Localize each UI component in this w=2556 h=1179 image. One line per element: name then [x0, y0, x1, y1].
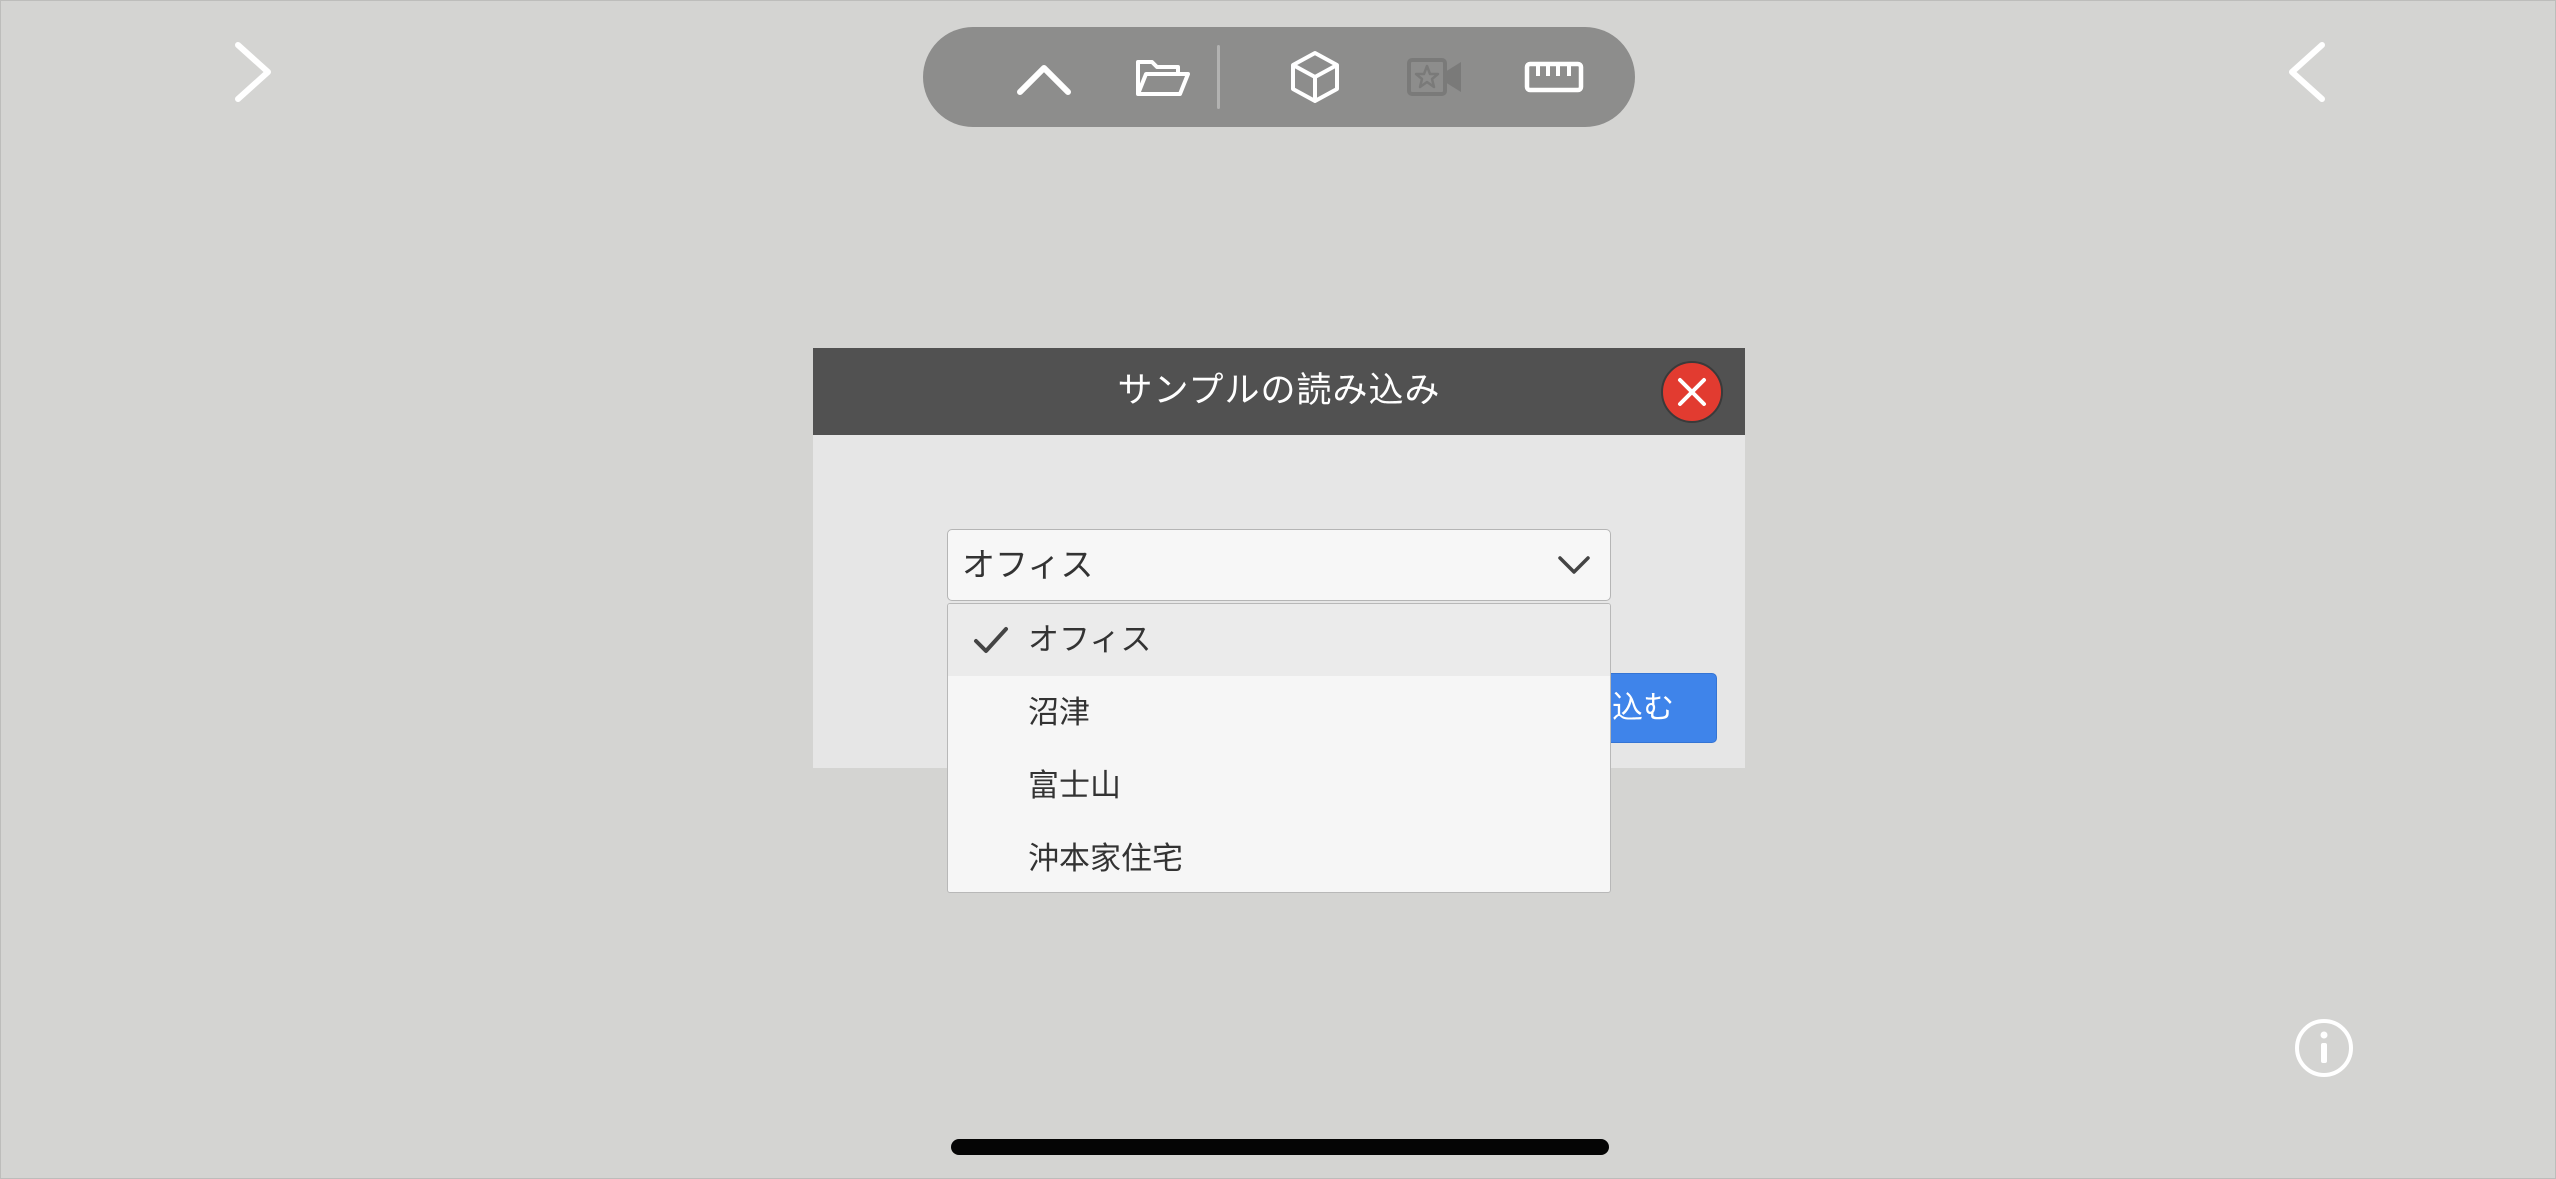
dropdown-option[interactable]: 沼津 — [948, 677, 1610, 749]
info-icon — [2295, 1019, 2353, 1077]
info-button[interactable] — [2293, 1017, 2355, 1079]
cube-icon — [1291, 51, 1339, 103]
camera-button[interactable] — [1400, 47, 1470, 107]
chevron-up-icon — [1017, 65, 1071, 95]
close-button[interactable] — [1661, 361, 1723, 423]
dropdown-option-label: オフィス — [1028, 622, 1152, 658]
dropdown-option[interactable]: 沖本家住宅 — [948, 823, 1610, 892]
3d-model-button[interactable] — [1280, 47, 1350, 107]
checkmark-icon — [974, 627, 1008, 653]
measure-button[interactable] — [1519, 47, 1589, 107]
dropdown-option-label: 沼津 — [1028, 695, 1090, 731]
chevron-down-icon — [1558, 556, 1590, 574]
top-toolbar — [923, 27, 1635, 127]
chevron-right-icon[interactable] — [223, 37, 283, 107]
select-value: オフィス — [962, 545, 1094, 584]
app-screen: サンプルの読み込み 込む オフィス オフィス 沼津 富士山 沖本家住宅 — [0, 0, 2556, 1179]
load-button-label: 込む — [1612, 690, 1674, 726]
toolbar-divider — [1217, 45, 1220, 109]
chevron-left-icon[interactable] — [2277, 37, 2337, 107]
dialog-header: サンプルの読み込み — [813, 348, 1745, 435]
select-dropdown-list: オフィス 沼津 富士山 沖本家住宅 — [947, 603, 1611, 893]
home-indicator — [951, 1139, 1609, 1155]
collapse-button[interactable] — [1009, 47, 1079, 107]
dropdown-option[interactable]: オフィス — [948, 604, 1610, 676]
dropdown-option[interactable]: 富士山 — [948, 750, 1610, 822]
sample-select[interactable]: オフィス — [947, 529, 1611, 601]
dropdown-option-label: 富士山 — [1028, 768, 1121, 804]
dropdown-option-label: 沖本家住宅 — [1028, 841, 1183, 877]
folder-open-icon — [1136, 60, 1190, 96]
close-icon — [1678, 378, 1706, 406]
ruler-icon — [1524, 61, 1584, 93]
dialog-title: サンプルの読み込み — [1117, 371, 1441, 411]
camera-star-icon — [1407, 58, 1461, 96]
open-folder-button[interactable] — [1127, 47, 1197, 107]
